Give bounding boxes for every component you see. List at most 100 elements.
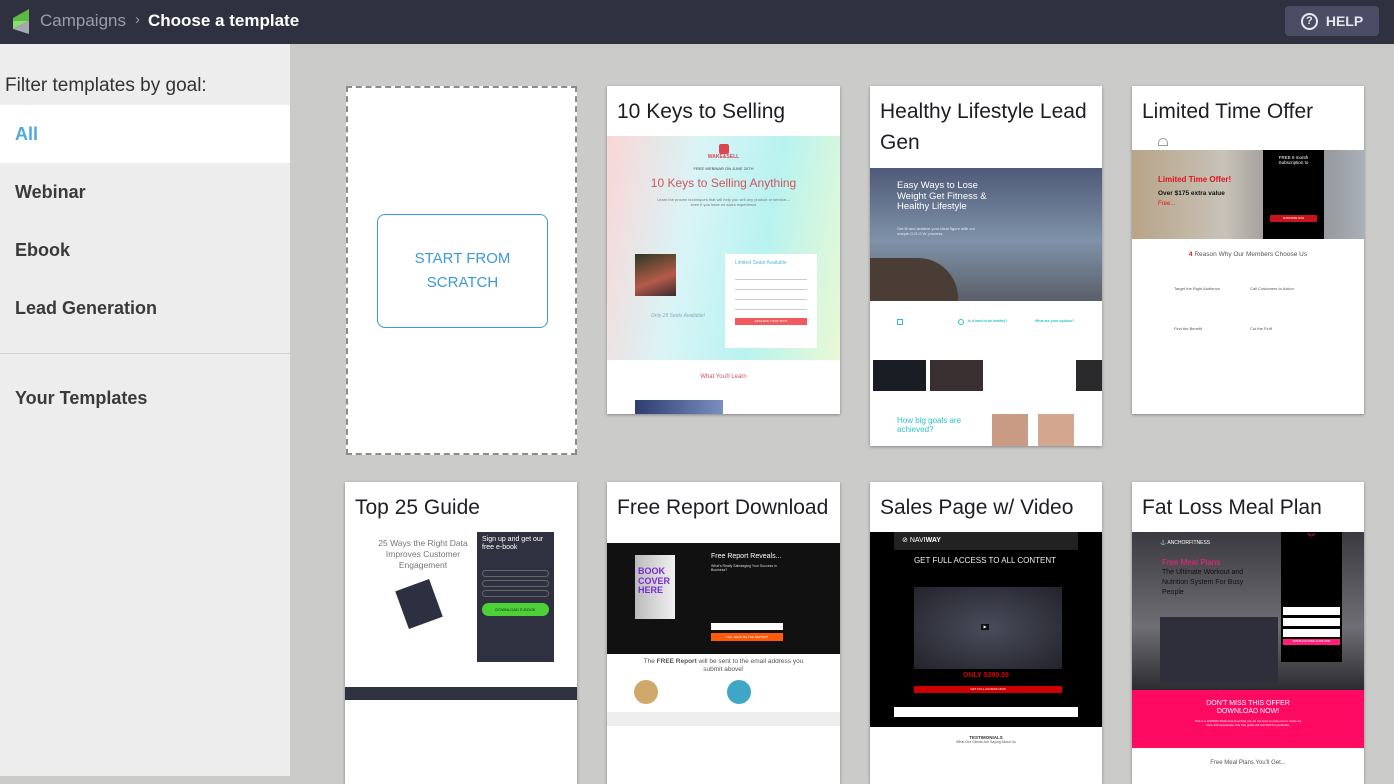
template-title: Fat Loss Meal Plan (1142, 496, 1322, 519)
app-logo-icon[interactable] (13, 9, 31, 34)
preview-field (735, 300, 807, 310)
template-title: Healthy Lifestyle Lead Gen (880, 100, 1087, 154)
preview-sub: Learn the proven techniques that will he… (657, 197, 790, 207)
anchor-icon: ⚓ (1160, 540, 1167, 546)
preview-image (635, 400, 723, 414)
preview-section: Reason Why Our Members Choose Us (1194, 251, 1308, 258)
preview-headline: 25 Ways the Right Data Improves Customer… (378, 538, 468, 570)
preview-section-bold: FREE Report (656, 658, 697, 665)
preview-headline: Limited Time Offer! (1158, 175, 1232, 184)
page-title: Choose a template (148, 11, 300, 30)
preview-brand-b: WAY (925, 537, 941, 544)
preview-headline: Easy Ways to Lose Weight Get Fitness & H… (897, 180, 987, 212)
preview-brand-a: NAVI (909, 537, 926, 544)
template-preview: ⊘ NAVIWAY GET FULL ACCESS TO ALL CONTENT… (870, 532, 1102, 727)
preview-field (735, 280, 807, 290)
preview-field (1283, 618, 1340, 626)
template-card-fat-loss[interactable]: Fat Loss Meal Plan ⚓ ANCHORFITNESS Free … (1132, 482, 1364, 784)
preview-form: ︾ DOWNLOAD FREE GUIDE NOW (1281, 532, 1342, 662)
template-card-10-keys[interactable]: 10 Keys to Selling WAKE&SELL FREE WEBINA… (607, 86, 840, 414)
question-circle-icon: ? (1300, 12, 1318, 30)
preview-section: Free Meal Plans You'll Get... (1210, 760, 1286, 766)
template-title: Free Report Download (617, 496, 829, 519)
template-preview: 25 Ways the Right Data Improves Customer… (345, 532, 577, 684)
preview-brand-text: ANCHORFITNESS (1167, 540, 1211, 546)
preview-brand: WAKE&SELL (707, 154, 740, 160)
filter-webinar[interactable]: Webinar (0, 163, 290, 221)
preview-field (1283, 629, 1340, 637)
preview-benefit: Call Customers to Action (1250, 286, 1294, 291)
preview-section-sub: What Our Clients Are Saying About Us (956, 740, 1016, 744)
preview-headline: Free Meal Plans (1162, 558, 1221, 567)
preview-field (1283, 607, 1340, 615)
help-button[interactable]: ? HELP (1285, 6, 1379, 36)
preview-email-field (711, 623, 783, 630)
preview-headline: GET FULL ACCESS TO ALL CONTENT (913, 556, 1057, 565)
preview-field (482, 590, 549, 597)
preview-video (1160, 617, 1278, 683)
template-preview: WAKE&SELL FREE WEBINAR ON JUNE 20TH 10 K… (607, 136, 840, 360)
clock-icon (958, 319, 964, 325)
template-card-limited-time-offer[interactable]: Limited Time Offer Limited Time Offer! O… (1132, 86, 1364, 414)
filter-lead-generation[interactable]: Lead Generation (0, 279, 290, 337)
speaker-photo (635, 254, 676, 296)
preview-cta: YES, SEND ME THE REPORT! (711, 633, 783, 641)
before-photo (992, 414, 1028, 446)
start-from-scratch-button[interactable]: START FROM SCRATCH (377, 214, 548, 328)
preview-sub: Over $175 extra value (1158, 190, 1225, 197)
preview-form: Sign up and get our free e-book DOWNLOAD… (477, 532, 554, 662)
sidebar-divider (0, 353, 290, 354)
filter-all[interactable]: All (0, 105, 290, 163)
preview-form: Limited Seats Available RESERVE YOUR SPO… (725, 254, 817, 348)
preview-banner-sub: This is a LIMITED-TIME download that you… (1194, 719, 1302, 727)
preview-photo (1076, 360, 1102, 391)
top-bar: Campaigns › Choose a template ? HELP (0, 0, 1394, 44)
preview-form-title: FREE 6 month Subscription to (1278, 155, 1309, 165)
preview-feature-2: What are your options? (1035, 319, 1075, 323)
start-from-scratch-card[interactable]: START FROM SCRATCH (346, 86, 577, 455)
preview-banner: DON'T MISS THIS OFFER DOWNLOAD NOW! This… (1132, 690, 1364, 748)
preview-headline: 10 Keys to Selling Anything (650, 176, 797, 190)
preview-form: FREE 6 month Subscription to SUBSCRIBE N… (1263, 150, 1324, 239)
preview-free: Free... (1158, 201, 1176, 207)
testimonial-avatar (634, 680, 658, 704)
preview-brand: ⊘ NAVIWAY (894, 532, 1078, 550)
preview-sub: Get fit and achieve your ideal figure wi… (897, 226, 976, 236)
preview-cta: DOWNLOAD FREE GUIDE NOW (1283, 639, 1340, 645)
play-icon: ▶ (981, 624, 989, 630)
preview-sub: The Ultimate Workout and Nutrition Syste… (1162, 569, 1244, 596)
your-templates-link[interactable]: Your Templates (0, 369, 290, 427)
template-card-healthy-lifestyle[interactable]: Healthy Lifestyle Lead Gen Easy Ways to … (870, 86, 1102, 446)
preview-brand: ⚓ ANCHORFITNESS (1160, 540, 1210, 546)
preview-section-pre: The (643, 658, 657, 665)
chevron-down-icon: ︾ (1307, 533, 1316, 542)
preview-section-num: 4 (1188, 251, 1193, 258)
brand-logo-icon (1158, 138, 1168, 146)
cliff-shape (870, 258, 958, 301)
preview-benefit: Cut the Fluff (1250, 326, 1272, 331)
template-title: 10 Keys to Selling (617, 100, 786, 123)
template-card-sales-video[interactable]: Sales Page w/ Video ⊘ NAVIWAY GET FULL A… (870, 482, 1102, 784)
template-preview: BOOK COVER HERE Free Report Reveals... W… (607, 543, 840, 654)
breadcrumb-campaigns[interactable]: Campaigns (40, 11, 126, 31)
mug-icon (718, 144, 729, 154)
preview-benefit: Target the Right Audience (1174, 286, 1220, 291)
preview-book-cover: BOOK COVER HERE (635, 555, 675, 619)
after-photo (1038, 414, 1074, 446)
template-card-top-25-guide[interactable]: Top 25 Guide 25 Ways the Right Data Impr… (345, 482, 577, 784)
preview-cta: RESERVE YOUR SPOT (735, 318, 807, 325)
template-preview: Easy Ways to Lose Weight Get Fitness & H… (870, 168, 1102, 301)
filter-ebook[interactable]: Ebook (0, 221, 290, 279)
preview-seats: Only 25 Seats Available! (651, 313, 706, 319)
preview-section-post: will be sent to the email address you su… (696, 658, 804, 673)
preview-field (482, 570, 549, 577)
template-title: Limited Time Offer (1142, 100, 1314, 123)
filter-title: Filter templates by goal: (5, 75, 207, 96)
help-label: HELP (1325, 13, 1364, 29)
preview-video: ▶ (914, 587, 1062, 669)
testimonial-avatar (727, 680, 751, 704)
trust-badges (894, 707, 1078, 717)
template-preview: Limited Time Offer! Over $175 extra valu… (1132, 150, 1364, 239)
template-card-free-report[interactable]: Free Report Download BOOK COVER HERE Fre… (607, 482, 840, 784)
preview-cta: SUBSCRIBE NOW (1270, 215, 1317, 222)
